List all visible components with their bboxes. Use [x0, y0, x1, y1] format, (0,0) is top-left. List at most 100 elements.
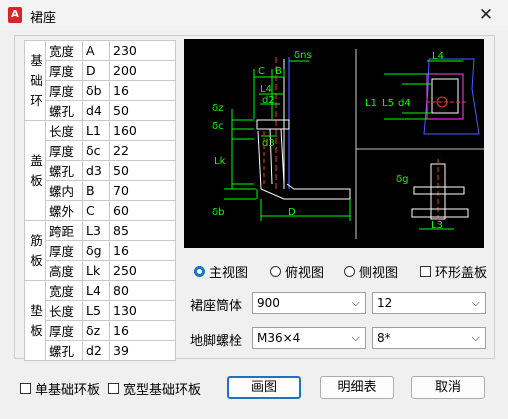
param-value-cell[interactable]: 160	[109, 120, 176, 141]
param-symbol: A	[82, 40, 110, 61]
barrel-thickness-value: 12	[377, 296, 393, 310]
single-ring-checkbox[interactable]: 单基础环板	[20, 379, 100, 398]
parameter-table: 基础环宽度 A 230 厚度 D 200 厚度 δb 16 螺孔 d4 50 盖板长度 L1 160 厚度 δc…	[24, 40, 176, 361]
label-L1: L1	[365, 98, 377, 109]
param-value-cell[interactable]: 85	[109, 220, 176, 241]
main-view-radio[interactable]: 主视图	[194, 262, 248, 281]
param-symbol: d3	[82, 160, 110, 181]
param-value-cell[interactable]: 16	[109, 320, 176, 341]
param-value-cell[interactable]: 250	[109, 260, 176, 281]
draw-button[interactable]: 画图	[227, 376, 301, 399]
param-row: 厚度 δc 22	[25, 140, 176, 161]
param-value-cell[interactable]: 16	[109, 240, 176, 261]
param-name: 宽度	[45, 280, 83, 301]
barrel-label: 裙座筒体	[190, 299, 243, 314]
label-db: δb	[212, 207, 224, 218]
param-value-cell[interactable]: 80	[109, 280, 176, 301]
param-value-cell[interactable]: 50	[109, 100, 176, 121]
chevron-down-icon: ⌵	[471, 331, 480, 344]
param-row: 长度 L5 130	[25, 300, 176, 321]
label-d4: d4	[398, 98, 411, 109]
param-symbol: δg	[82, 240, 110, 261]
param-symbol: d2	[82, 340, 110, 361]
param-value-cell[interactable]: 130	[109, 300, 176, 321]
param-symbol: d4	[82, 100, 110, 121]
label-dc: δc	[212, 121, 224, 132]
checkbox-icon	[420, 265, 431, 277]
chevron-down-icon: ⌵	[471, 296, 480, 309]
param-name: 厚度	[45, 140, 83, 161]
param-value-cell[interactable]: 230	[109, 40, 176, 61]
bolt-spec-select[interactable]: M36×4 ⌵	[252, 327, 366, 349]
param-row: 高度 Lk 250	[25, 260, 176, 281]
param-group-label: 基础环	[24, 40, 46, 121]
param-name: 螺内	[45, 180, 83, 201]
top-view-radio[interactable]: 俯视图	[270, 262, 325, 281]
side-view-label: 侧视图	[359, 265, 399, 281]
param-row: 厚度 δz 16	[25, 320, 176, 341]
checkbox-icon	[108, 383, 119, 394]
detail-table-button[interactable]: 明细表	[320, 376, 394, 399]
label-C: C	[258, 66, 265, 77]
radio-selected-icon	[194, 265, 205, 277]
top-view-drawing: L4 L1 L5 d4	[355, 49, 484, 239]
param-value-cell[interactable]: 60	[109, 200, 176, 221]
wide-ring-checkbox[interactable]: 宽型基础环板	[108, 379, 201, 398]
param-name: 厚度	[45, 60, 83, 81]
label-L4: L4	[260, 84, 272, 95]
radio-icon	[344, 265, 355, 277]
param-symbol: L3	[82, 220, 110, 241]
close-icon[interactable]: ✕	[472, 2, 500, 28]
param-row: 螺内 B 70	[25, 180, 176, 201]
param-symbol: D	[82, 60, 110, 81]
param-value-cell[interactable]: 50	[109, 160, 176, 181]
param-symbol: L1	[82, 120, 110, 141]
param-value-cell[interactable]: 39	[109, 340, 176, 361]
label-dg: δg	[396, 174, 408, 185]
param-value-cell[interactable]: 16	[109, 80, 176, 101]
param-name: 长度	[45, 300, 83, 321]
title-bar: A 裙座 ✕	[0, 0, 508, 30]
param-name: 宽度	[45, 40, 83, 61]
barrel-diameter-select[interactable]: 900 ⌵	[252, 292, 366, 314]
param-value-cell[interactable]: 70	[109, 180, 176, 201]
app-icon: A	[8, 7, 22, 23]
label-d2: d2	[262, 95, 275, 106]
bolt-spec-value: M36×4	[257, 331, 301, 345]
window-title: 裙座	[30, 11, 57, 26]
chevron-down-icon: ⌵	[351, 331, 360, 344]
label-L4r: L4	[432, 51, 444, 62]
radio-icon	[270, 265, 281, 277]
param-name: 螺孔	[45, 340, 83, 361]
barrel-thickness-select[interactable]: 12 ⌵	[372, 292, 486, 314]
param-row: 厚度 δg 16	[25, 240, 176, 261]
ring-cover-checkbox[interactable]: 环形盖板	[420, 262, 487, 281]
barrel-diameter-value: 900	[257, 296, 280, 310]
main-view-drawing: δns C B L4 d2 δz δc d3 Lk δb D	[212, 50, 351, 221]
param-row: 螺外 C 60	[25, 200, 176, 221]
param-name: 跨距	[45, 220, 83, 241]
param-value-cell[interactable]: 22	[109, 140, 176, 161]
param-row: 厚度 δb 16	[25, 80, 176, 101]
label-D: D	[288, 207, 296, 218]
param-name: 长度	[45, 120, 83, 141]
cancel-button[interactable]: 取消	[411, 376, 485, 399]
param-row: 垫板宽度 L4 80	[24, 280, 176, 361]
checkbox-icon	[20, 383, 31, 394]
bolt-count-select[interactable]: 8* ⌵	[372, 327, 486, 349]
side-view-radio[interactable]: 侧视图	[344, 262, 399, 281]
param-group-label: 盖板	[24, 120, 46, 221]
top-view-label: 俯视图	[285, 265, 325, 281]
param-value-cell[interactable]: 200	[109, 60, 176, 81]
label-dns: δns	[294, 50, 312, 61]
bolt-label: 地脚螺栓	[190, 334, 243, 349]
param-group-label: 筋板	[24, 220, 46, 281]
param-row: 厚度 D 200	[25, 60, 176, 81]
label-d3: d3	[262, 138, 275, 149]
param-symbol: δc	[82, 140, 110, 161]
param-group-label: 垫板	[24, 280, 46, 361]
param-symbol: C	[82, 200, 110, 221]
label-Lk: Lk	[214, 156, 226, 167]
param-symbol: δb	[82, 80, 110, 101]
param-row: 螺孔 d2 39	[25, 340, 176, 361]
